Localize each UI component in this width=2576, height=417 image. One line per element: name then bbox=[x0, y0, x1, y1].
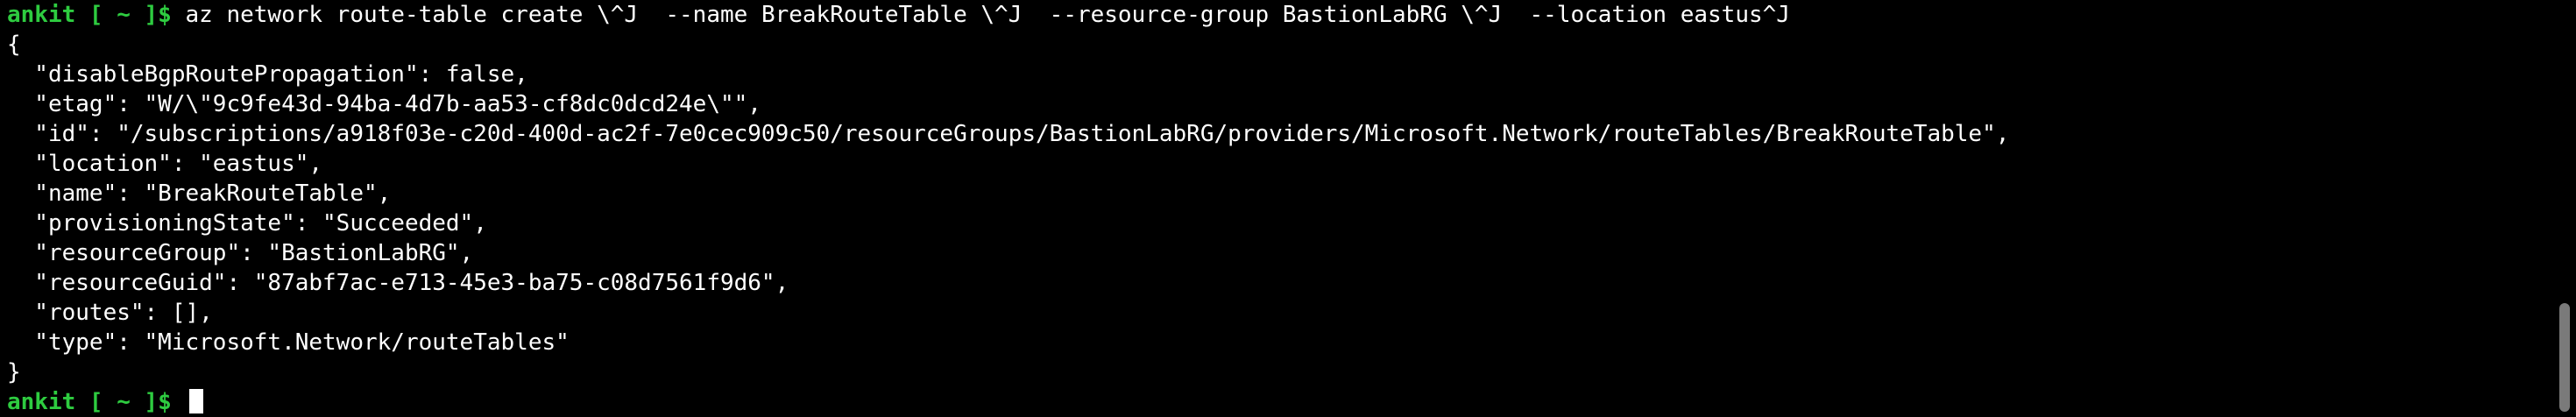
output-line: { bbox=[7, 32, 21, 58]
output-line: } bbox=[7, 359, 21, 385]
shell-prompt: ankit [ ~ ]$ bbox=[7, 389, 172, 415]
input-line[interactable]: ankit [ ~ ]$ bbox=[7, 387, 2530, 417]
output-line: "resourceGuid": "87abf7ac-e713-45e3-ba75… bbox=[7, 270, 789, 296]
output-line: "type": "Microsoft.Network/routeTables" bbox=[7, 329, 570, 356]
output-line: "name": "BreakRouteTable", bbox=[7, 180, 392, 207]
output-line: "resourceGroup": "BastionLabRG", bbox=[7, 240, 474, 266]
scrollbar[interactable] bbox=[2553, 0, 2576, 413]
command-text: az network route-table create \^J --name… bbox=[185, 2, 1790, 28]
output-line: "disableBgpRoutePropagation": false, bbox=[7, 61, 528, 88]
terminal-output: ankit [ ~ ]$ az network route-table crea… bbox=[7, 0, 2530, 417]
command-line: ankit [ ~ ]$ az network route-table crea… bbox=[7, 0, 2530, 30]
output-line: "location": "eastus", bbox=[7, 151, 323, 177]
scrollbar-thumb[interactable] bbox=[2559, 303, 2570, 412]
output-line: "etag": "W/\"9c9fe43d-94ba-4d7b-aa53-cf8… bbox=[7, 91, 761, 117]
output-line: "provisioningState": "Succeeded", bbox=[7, 210, 487, 237]
terminal-window[interactable]: ankit [ ~ ]$ az network route-table crea… bbox=[0, 0, 2576, 415]
text-cursor[interactable] bbox=[188, 389, 203, 413]
output-line: "routes": [], bbox=[7, 300, 213, 326]
shell-prompt: ankit [ ~ ]$ bbox=[7, 2, 172, 28]
output-line: "id": "/subscriptions/a918f03e-c20d-400d… bbox=[7, 121, 2010, 147]
